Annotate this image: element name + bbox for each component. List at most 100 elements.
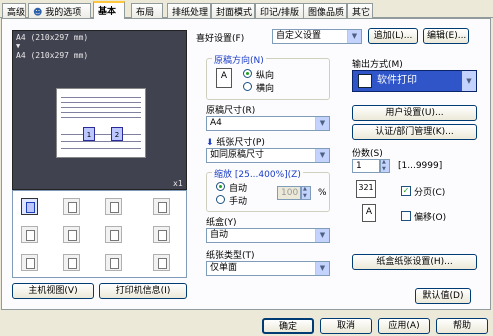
tab-stamp[interactable]: 印记/排版 <box>255 3 305 18</box>
zoom-manual-radio[interactable] <box>216 195 225 204</box>
chevron-down-icon: ▼ <box>462 71 476 91</box>
page-layout-icon[interactable] <box>21 198 38 215</box>
main-view-button[interactable]: 主机视图(V) <box>12 283 94 299</box>
tab-label: 高级 <box>7 8 26 18</box>
collate-label: 分页(C) <box>414 188 446 198</box>
tab-finishing[interactable]: 排纸处理 <box>167 3 211 18</box>
default-button[interactable]: 默认值(D) <box>415 288 471 304</box>
add-favorite-button[interactable]: 追加(L)... <box>368 28 418 44</box>
orientation-title: 原稿方向(N) <box>212 53 266 66</box>
output-method-select[interactable]: 软件打印 ▼ <box>352 70 477 92</box>
paper-size-label-row: ⬇ 纸张尺寸(P) <box>206 135 265 148</box>
chevron-down-icon: ▼ <box>315 262 329 275</box>
output-method-value: 软件打印 <box>377 75 417 86</box>
landscape-radio[interactable] <box>243 82 252 91</box>
paper-type-value: 仅单面 <box>210 263 238 273</box>
quality-icon[interactable] <box>105 254 122 271</box>
offset-checkbox[interactable] <box>401 211 411 221</box>
landscape-label: 横向 <box>256 84 275 94</box>
copies-range: [1...9999] <box>398 161 443 171</box>
staple-icon[interactable] <box>153 198 170 215</box>
tab-my-options[interactable]: ☻ 我的选项 <box>28 3 91 18</box>
zoom-unit: % <box>318 188 327 198</box>
tab-label: 布局 <box>136 8 155 18</box>
paper-size-select[interactable]: 如同原稿尺寸 ▼ <box>206 148 330 163</box>
booklet-icon[interactable] <box>105 198 122 215</box>
portrait-radio[interactable] <box>243 69 252 78</box>
tab-basic[interactable]: 基本 <box>93 1 125 19</box>
chevron-down-icon: ▼ <box>347 30 361 43</box>
help-button[interactable]: 帮助 <box>436 318 488 334</box>
tray-label: 纸盒(Y) <box>206 218 237 228</box>
tab-cover-mode[interactable]: 封面模式 <box>211 3 255 18</box>
tab-label: 印记/排版 <box>260 8 300 18</box>
zoom-value-input[interactable]: 100 <box>277 186 301 200</box>
output-method-label: 输出方式(M) <box>352 60 403 70</box>
duplex-icon[interactable] <box>63 198 80 215</box>
preview-paper: 1 2 <box>56 88 146 158</box>
settings-icon[interactable] <box>153 254 170 271</box>
zoom-auto-radio[interactable] <box>216 182 225 191</box>
stamp-icon[interactable] <box>63 254 80 271</box>
tab-advanced[interactable]: 高级 <box>2 3 26 18</box>
function-icon-panel <box>12 190 187 278</box>
authentication-button[interactable]: 认证/部门管理(K)... <box>352 124 477 140</box>
portrait-page-icon: A <box>216 68 232 88</box>
zoom-manual-label: 手动 <box>229 197 248 207</box>
copies-input[interactable]: 1 <box>352 159 380 173</box>
favorite-select[interactable]: 自定义设置 ▼ <box>272 29 362 44</box>
offset-icon: A <box>362 204 376 222</box>
apply-button[interactable]: 应用(A) <box>378 318 430 334</box>
arrow-down-icon: ⬇ <box>206 138 214 148</box>
tab-label: 图像品质 <box>308 8 345 18</box>
tab-label: 封面模式 <box>216 8 253 18</box>
favorite-label: 喜好设置(F) <box>196 34 245 44</box>
tab-image-quality[interactable]: 图像品质 <box>303 3 347 18</box>
preview-original-size: A4 (210x297 mm) <box>16 33 89 42</box>
collate-icon: 321 <box>356 180 376 198</box>
edit-favorite-button[interactable]: 编辑(E)... <box>423 28 469 44</box>
paper-size-label: 纸张尺寸(P) <box>216 138 265 148</box>
preview-scale: x1 <box>173 179 183 188</box>
original-size-label: 原稿尺寸(R) <box>206 106 256 116</box>
preview-page-2: 2 <box>111 127 123 141</box>
paper-type-select[interactable]: 仅单面 ▼ <box>206 261 330 276</box>
collate-checkbox[interactable]: ✓ <box>401 186 411 196</box>
tray-paper-settings-button[interactable]: 纸盒纸张设置(H)... <box>352 254 477 270</box>
tab-label: 我的选项 <box>45 8 82 18</box>
tray-value: 自动 <box>210 230 229 240</box>
overlay-icon[interactable] <box>105 226 122 243</box>
tab-bar: 高级 ☻ 我的选项 基本 布局 排纸处理 封面模式 印记/排版 图像品质 其它 <box>0 0 493 19</box>
fold-icon[interactable] <box>21 254 38 271</box>
favorite-value: 自定义设置 <box>276 31 322 41</box>
portrait-label: 纵向 <box>256 71 275 81</box>
paper-size-value: 如同原稿尺寸 <box>210 150 265 160</box>
printer-icon <box>358 74 372 88</box>
copies-label: 份数(S) <box>352 149 383 159</box>
people-icon: ☻ <box>33 8 43 18</box>
preview-paper-size: A4 (210x297 mm) <box>16 51 89 60</box>
offset-label: 偏移(O) <box>414 213 447 223</box>
tab-other[interactable]: 其它 <box>347 3 373 18</box>
original-size-value: A4 <box>210 118 222 128</box>
tab-label: 其它 <box>352 8 371 18</box>
user-settings-button[interactable]: 用户设置(U)... <box>352 105 477 121</box>
preview-page-1: 1 <box>83 127 95 141</box>
tab-layout[interactable]: 布局 <box>131 3 163 18</box>
arrow-down-icon: ▼ <box>16 42 21 50</box>
cancel-button[interactable]: 取消 <box>320 318 372 334</box>
chevron-down-icon: ▼ <box>315 229 329 242</box>
cover-icon[interactable] <box>21 226 38 243</box>
copies-spinner[interactable] <box>380 159 390 173</box>
chevron-down-icon: ▼ <box>315 149 329 162</box>
printer-info-button[interactable]: 打印机信息(I) <box>99 283 187 299</box>
tab-label: 排纸处理 <box>172 8 209 18</box>
zoom-spinner[interactable] <box>301 186 311 200</box>
watermark-icon[interactable] <box>63 226 80 243</box>
punch-icon[interactable] <box>153 226 170 243</box>
ok-button[interactable]: 确定 <box>262 318 314 334</box>
tab-label: 基本 <box>98 7 117 17</box>
tray-select[interactable]: 自动 ▼ <box>206 228 330 243</box>
original-size-select[interactable]: A4 ▼ <box>206 116 330 131</box>
zoom-title: 缩放 [25...400%](Z) <box>212 167 303 180</box>
